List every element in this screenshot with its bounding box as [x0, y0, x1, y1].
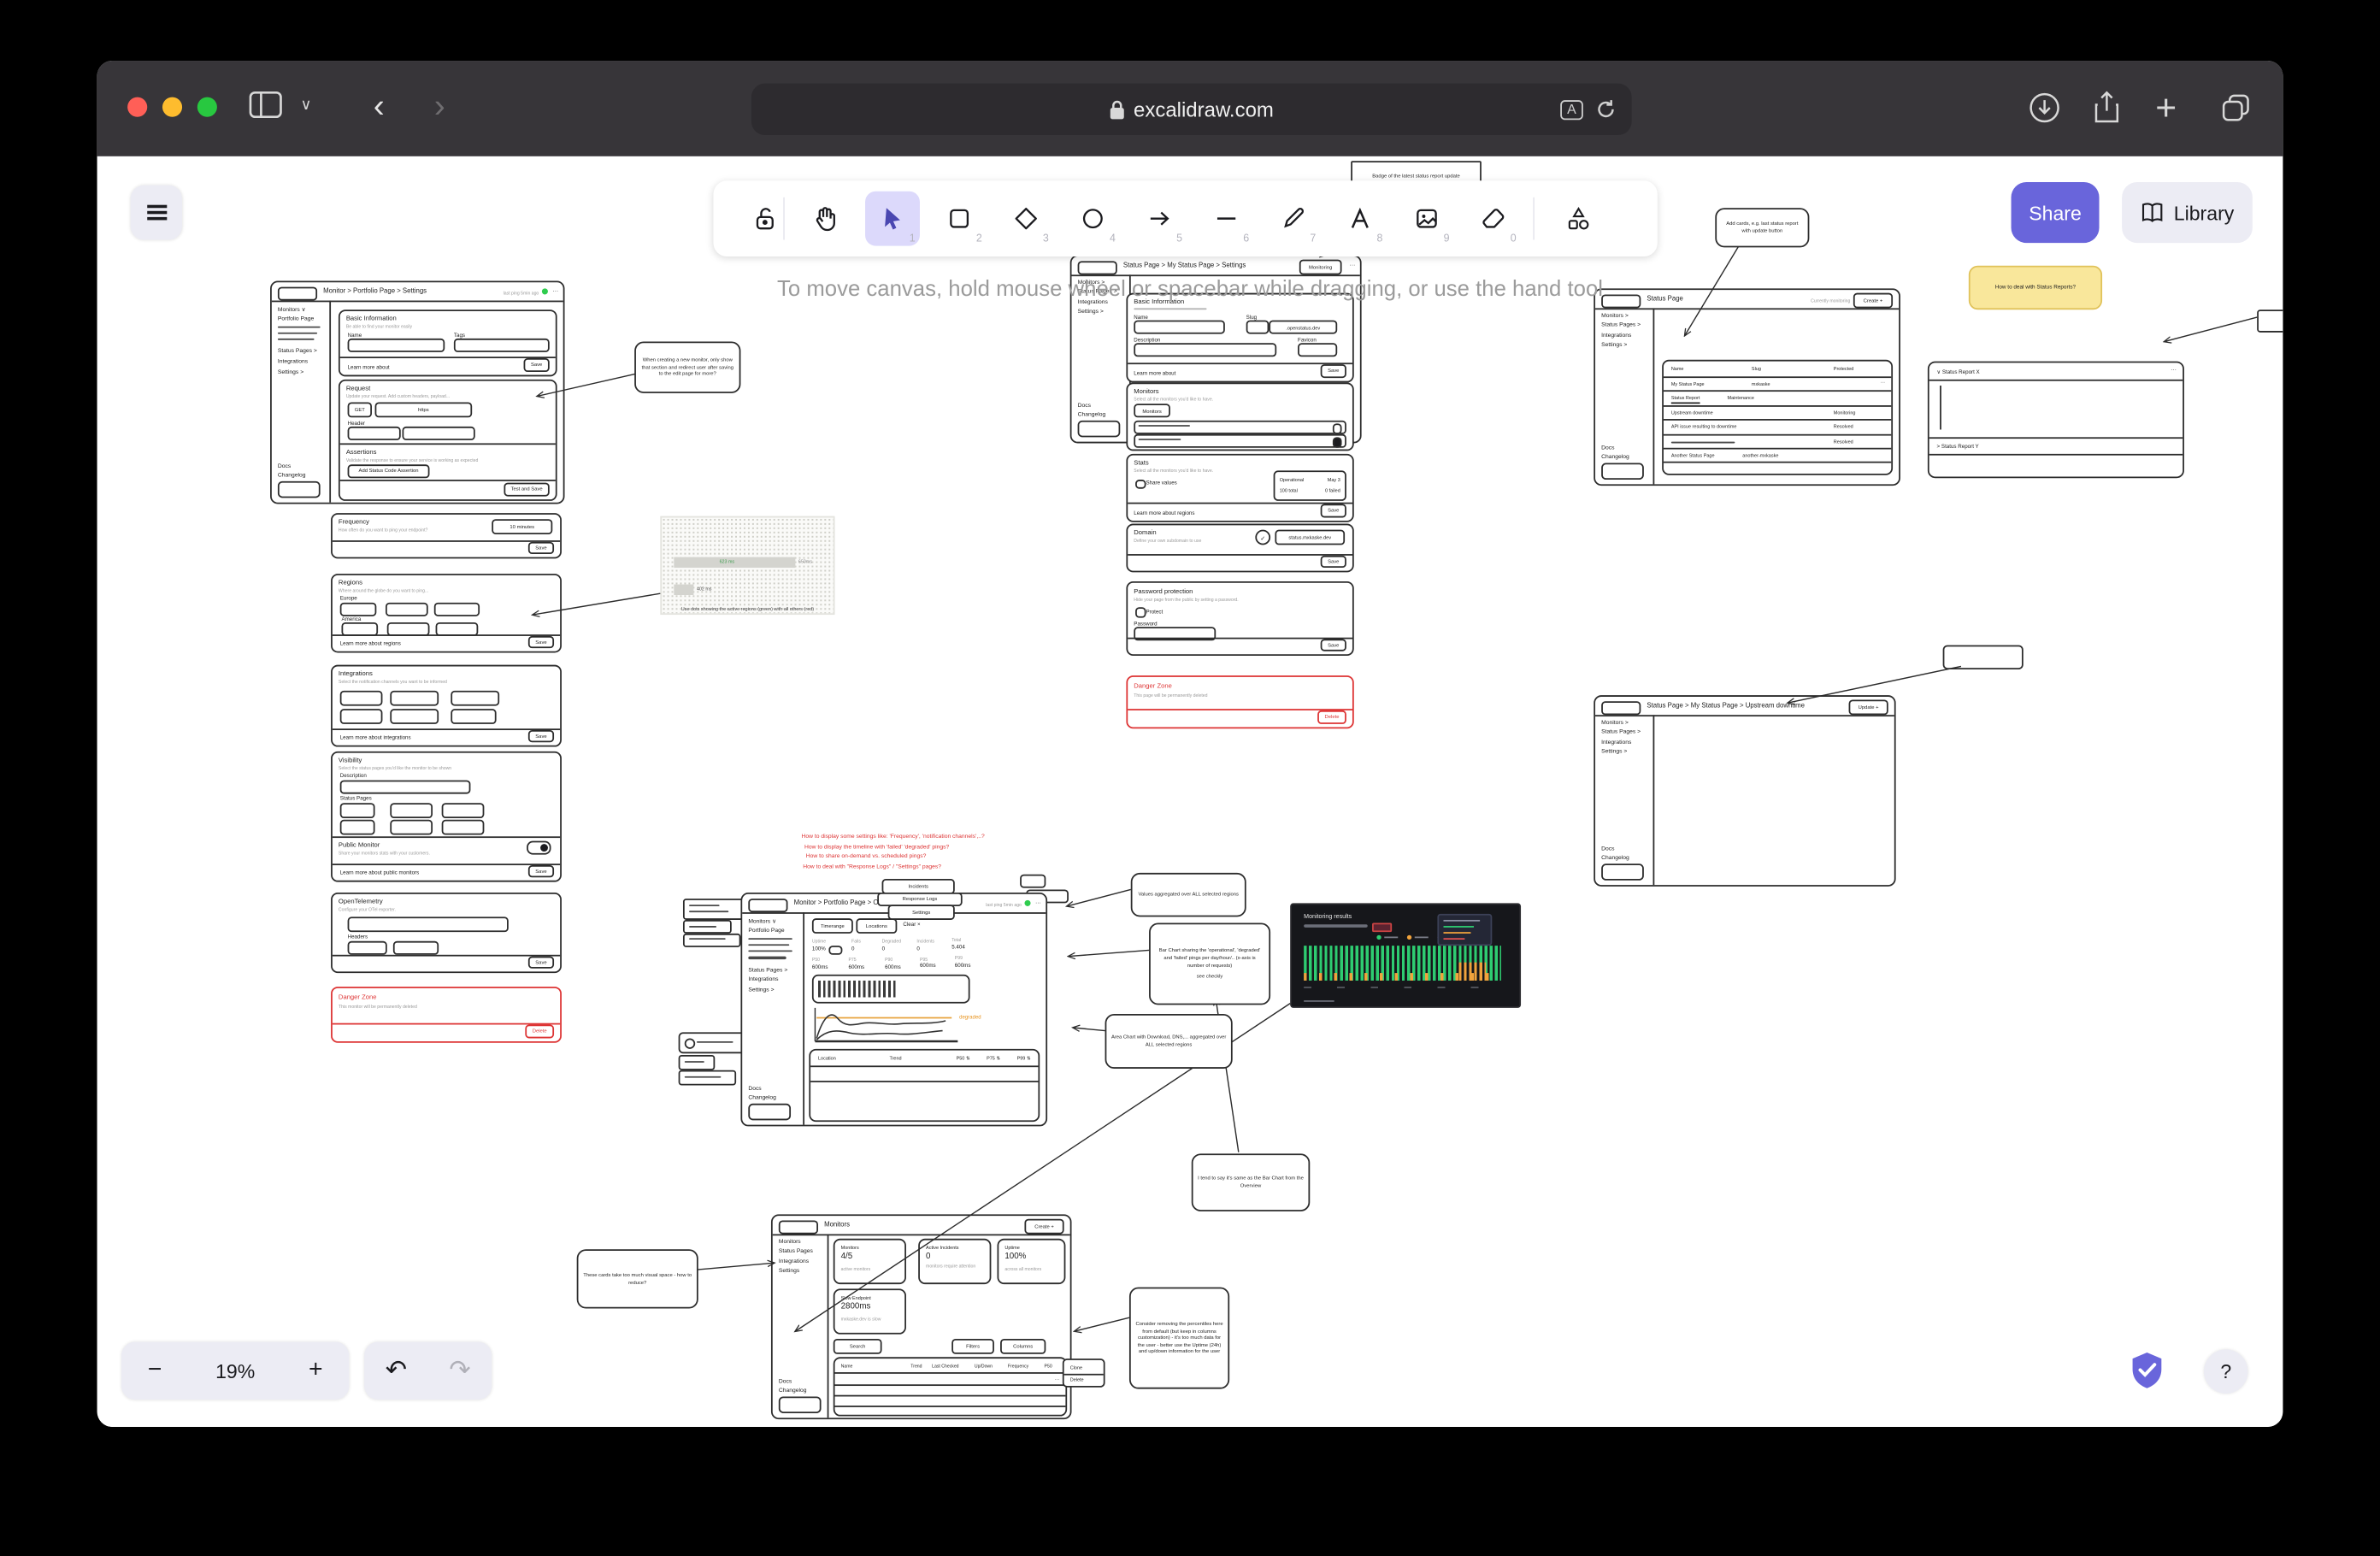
- note-cards-visual-space[interactable]: These cards take too much visual space -…: [577, 1249, 698, 1308]
- browser-window: ∨ ‹ › excalidraw.com A + To move canvas,…: [97, 61, 2283, 1427]
- line-icon: [1213, 205, 1240, 233]
- share-page-icon[interactable]: [2092, 91, 2123, 125]
- divider: [1064, 1373, 1104, 1375]
- tab-overview-icon[interactable]: [2219, 91, 2253, 125]
- desktop: ∨ ‹ › excalidraw.com A + To move canvas,…: [0, 0, 2380, 1556]
- text-icon: [1346, 205, 1374, 233]
- chip-incidents[interactable]: Incidents: [882, 879, 955, 893]
- history-island: ↶ ↷: [364, 1342, 492, 1400]
- toolbar-divider: [783, 197, 785, 240]
- ellipse-tool[interactable]: 4: [1065, 192, 1120, 246]
- excalidraw-canvas[interactable]: To move canvas, hold mouse wheel or spac…: [97, 156, 2283, 1427]
- undo-button[interactable]: ↶: [364, 1342, 428, 1400]
- toolbar-divider: [1533, 197, 1535, 240]
- zoom-window-button[interactable]: [197, 97, 217, 117]
- help-button[interactable]: ?: [2204, 1349, 2247, 1393]
- translate-icon[interactable]: A: [1560, 99, 1583, 119]
- more-shapes-tool[interactable]: [1552, 192, 1606, 246]
- hand-tool[interactable]: [798, 192, 853, 246]
- minimize-window-button[interactable]: [162, 97, 182, 117]
- note-new-monitor[interactable]: When creating a new monitor, only show t…: [634, 341, 740, 392]
- rectangle-icon: [946, 205, 973, 233]
- red-question: How to deal with "Response Logs" / "Sett…: [803, 863, 984, 869]
- chip-settings[interactable]: Settings: [888, 905, 955, 919]
- ellipse-icon: [1079, 205, 1106, 233]
- library-button[interactable]: Library: [2122, 182, 2253, 243]
- hand-icon: [812, 205, 839, 233]
- note-text: see checkly: [1197, 973, 1223, 980]
- reload-icon[interactable]: [1595, 98, 1617, 120]
- draw-tool[interactable]: 7: [1266, 192, 1321, 246]
- diamond-tool[interactable]: 3: [999, 192, 1053, 246]
- sidebar-toggle-icon[interactable]: [249, 91, 282, 119]
- back-button[interactable]: ‹: [374, 86, 385, 126]
- share-button[interactable]: Share: [2012, 182, 2100, 243]
- line-tool[interactable]: 6: [1199, 192, 1254, 246]
- tool-island: 1 2 3 4 5 6 7: [713, 180, 1657, 256]
- note-percentiles[interactable]: Consider removing the percentiles here f…: [1129, 1288, 1229, 1389]
- red-question: How to share on-demand vs. scheduled pin…: [806, 853, 985, 859]
- lock-icon: [1110, 99, 1125, 119]
- red-question: How to display some settings like: 'Freq…: [801, 834, 984, 840]
- zoom-level[interactable]: 19%: [188, 1342, 282, 1400]
- main-menu-button[interactable]: [131, 186, 182, 240]
- unlock-icon: [751, 205, 779, 233]
- red-question: How to display the timeline with 'failed…: [804, 843, 985, 849]
- browser-titlebar: ∨ ‹ › excalidraw.com A +: [97, 61, 2283, 156]
- note-area-chart[interactable]: Area Chart with Download, DNS,... aggreg…: [1105, 1014, 1233, 1069]
- menu-item-delete[interactable]: Delete: [1070, 1376, 1084, 1382]
- cursor-icon: [879, 205, 906, 233]
- downloads-icon[interactable]: [2028, 91, 2061, 125]
- image-tool[interactable]: 9: [1399, 192, 1454, 246]
- arrow-tool[interactable]: 5: [1133, 192, 1187, 246]
- note-bar-chart[interactable]: Bar Chart sharing the 'operational', 'de…: [1149, 923, 1270, 1005]
- address-bar[interactable]: excalidraw.com A: [751, 84, 1632, 135]
- shapes-icon: [1565, 205, 1593, 233]
- connector-arrows: [97, 156, 2283, 1427]
- image-icon: [1413, 205, 1440, 233]
- pencil-icon: [1280, 205, 1307, 233]
- note-values-aggregated[interactable]: Values aggregated over ALL selected regi…: [1131, 873, 1246, 917]
- forward-button[interactable]: ›: [434, 86, 445, 126]
- text-tool[interactable]: 8: [1333, 192, 1387, 246]
- sidebar-chevron-icon[interactable]: ∨: [301, 97, 312, 115]
- note-status-reports-yellow[interactable]: How to deal with Status Reports?: [1969, 266, 2102, 309]
- red-annotations: How to display some settings like: 'Freq…: [801, 834, 984, 869]
- zoom-island: − 19% +: [121, 1342, 349, 1400]
- arrow-icon: [1146, 205, 1174, 233]
- eraser-tool[interactable]: 0: [1466, 192, 1521, 246]
- hamburger-icon: [146, 201, 166, 224]
- row-context-menu: Clone Delete: [1063, 1359, 1105, 1388]
- menu-item-clone[interactable]: Clone: [1070, 1364, 1082, 1370]
- rectangle-tool[interactable]: 2: [932, 192, 987, 246]
- zoom-in-button[interactable]: +: [282, 1342, 349, 1400]
- new-tab-icon[interactable]: +: [2155, 88, 2177, 131]
- note-text: Bar Chart sharing the 'operational', 'de…: [1155, 947, 1264, 969]
- redo-button[interactable]: ↷: [428, 1342, 492, 1400]
- eraser-icon: [1480, 205, 1507, 233]
- note-tend-bar-chart[interactable]: I tend to say it's same as the Bar Chart…: [1192, 1153, 1310, 1211]
- url-text: excalidraw.com: [1134, 98, 1274, 121]
- zoom-out-button[interactable]: −: [121, 1342, 188, 1400]
- note-add-cards[interactable]: Add cards, e.g. last status report with …: [1715, 208, 1809, 247]
- encryption-shield-icon[interactable]: [2126, 1349, 2167, 1390]
- book-icon: [2141, 202, 2165, 223]
- close-window-button[interactable]: [127, 97, 147, 117]
- selection-tool[interactable]: 1: [865, 192, 920, 246]
- diamond-icon: [1012, 205, 1040, 233]
